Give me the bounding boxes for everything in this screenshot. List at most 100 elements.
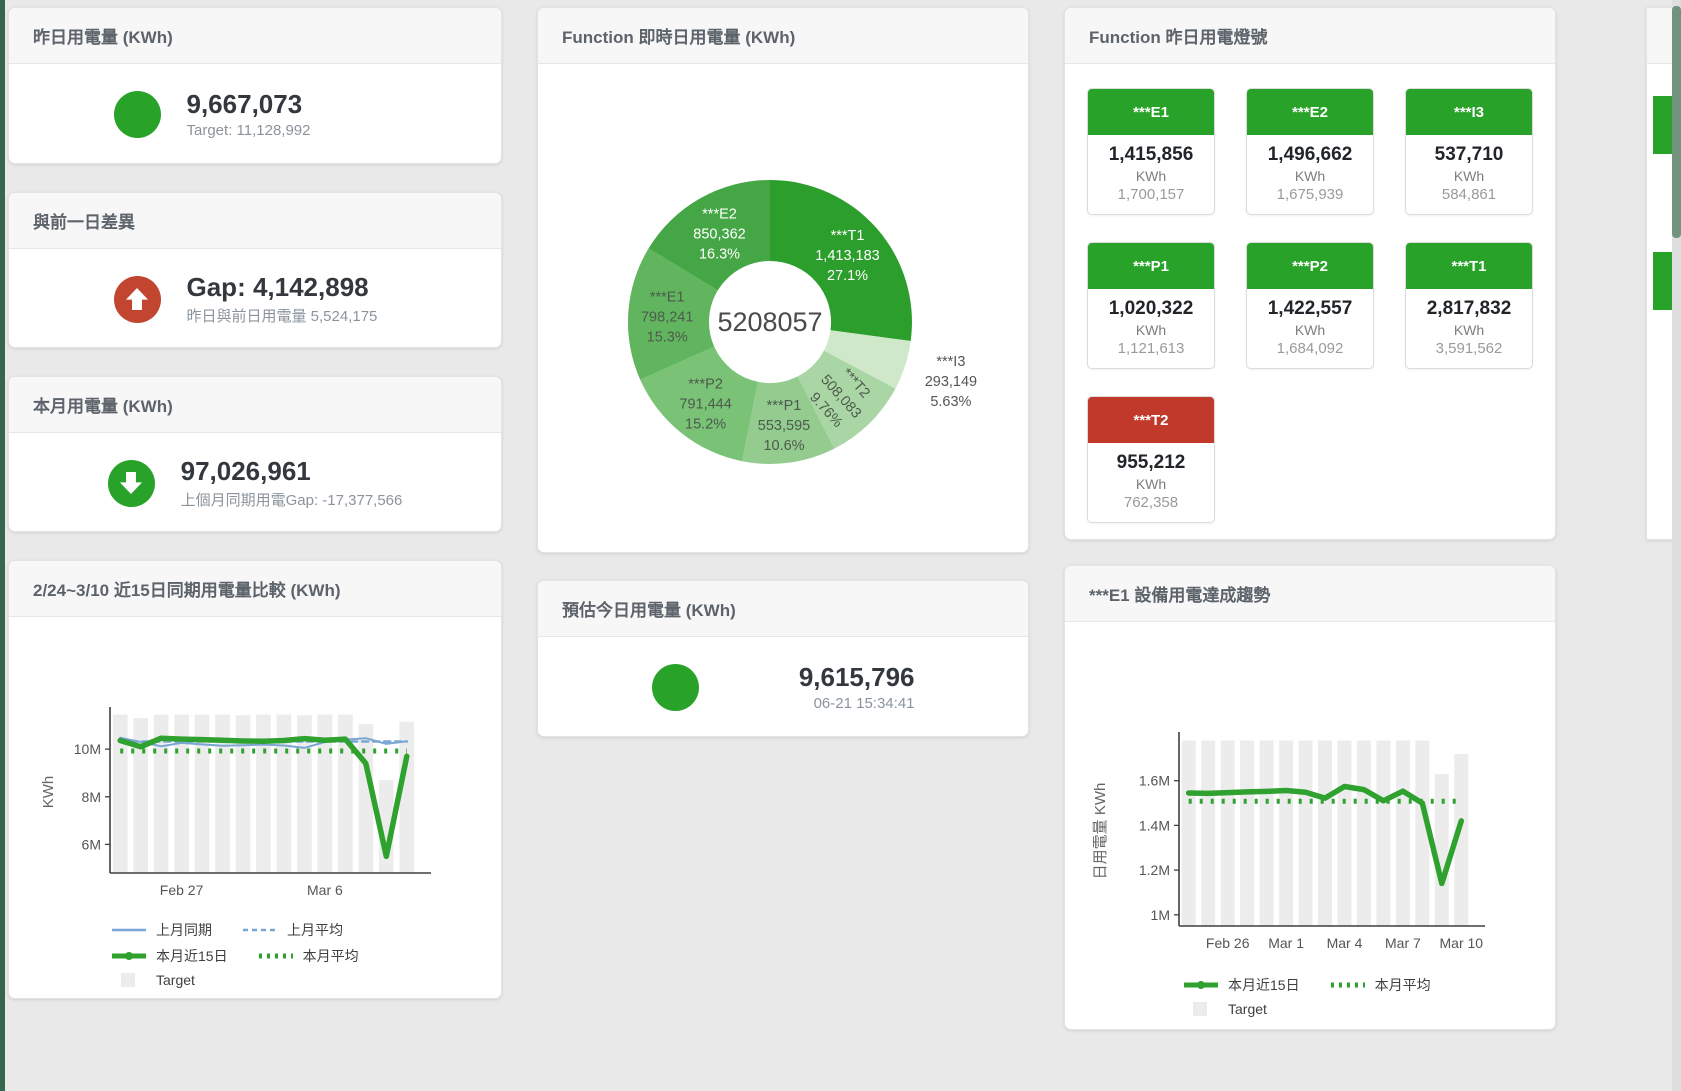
- svg-text:1.6M: 1.6M: [1139, 773, 1170, 789]
- legend-item-上月平均[interactable]: 上月平均: [242, 920, 343, 940]
- light-tile-I3: ***I3 537,710 KWh 584,861: [1405, 88, 1533, 215]
- svg-text:Mar 4: Mar 4: [1327, 935, 1363, 951]
- month-usage-value: 97,026,961: [181, 456, 403, 487]
- svg-text:10M: 10M: [74, 741, 101, 757]
- scrollbar-thumb[interactable]: [1672, 6, 1681, 238]
- card-realtime-donut: Function 即時日用電量 (KWh) ***T11,413,18327.1…: [537, 7, 1029, 553]
- light-tile-T2: ***T2 955,212 KWh 762,358: [1087, 396, 1215, 523]
- column-middle: Function 即時日用電量 (KWh) ***T11,413,18327.1…: [537, 0, 1029, 737]
- light-tile-P1: ***P1 1,020,322 KWh 1,121,613: [1087, 242, 1215, 369]
- legend-item-本月近15日[interactable]: 本月近15日: [1183, 975, 1300, 995]
- tile-unit: KWh: [1251, 168, 1369, 184]
- legend-item-本月平均[interactable]: 本月平均: [1330, 975, 1431, 995]
- tile-name: ***I3: [1406, 89, 1532, 135]
- legend-label: Target: [156, 972, 195, 988]
- tile-value: 537,710: [1410, 144, 1528, 166]
- e1-trend-legend: 本月近15日 本月平均 Target: [1183, 969, 1551, 1017]
- legend-label: 本月平均: [1375, 975, 1431, 995]
- legend-label: 本月平均: [303, 946, 359, 966]
- tile-name: ***E2: [1247, 89, 1373, 135]
- tile-unit: KWh: [1410, 168, 1528, 184]
- tile-target: 1,675,939: [1251, 186, 1369, 203]
- svg-text:1.4M: 1.4M: [1139, 817, 1170, 833]
- card-body: 6M8M10MFeb 27Mar 6KWh 上月同期上月平均本月近15日本月平均…: [9, 617, 501, 999]
- tile-name: ***T1: [1406, 243, 1532, 289]
- tile-target: 3,591,562: [1410, 340, 1528, 357]
- e1-trend-line-chart[interactable]: 1M1.2M1.4M1.6MFeb 26Mar 1Mar 4Mar 7Mar 1…: [1071, 730, 1551, 965]
- tile-value: 2,817,832: [1410, 298, 1528, 320]
- realtime-usage-donut-chart[interactable]: ***T11,413,18327.1%***I3293,1495.63%***T…: [538, 67, 1016, 552]
- svg-text:***I3293,1495.63%: ***I3293,1495.63%: [925, 354, 977, 410]
- svg-text:8M: 8M: [82, 789, 101, 805]
- card-day-gap: 與前一日差異 Gap: 4,142,898 昨日與前日用電量 5,524,175: [8, 192, 502, 348]
- sidebar-edge-strip[interactable]: [0, 0, 5, 1091]
- column-left: 昨日用電量 (KWh) 9,667,073 Target: 11,128,992…: [8, 0, 502, 999]
- compare-line-chart[interactable]: 6M8M10MFeb 27Mar 6KWh: [15, 705, 497, 910]
- tile-target: 1,684,092: [1251, 340, 1369, 357]
- tile-name: ***P1: [1088, 243, 1214, 289]
- tile-value: 955,212: [1092, 452, 1210, 474]
- tile-unit: KWh: [1410, 322, 1528, 338]
- clipped-tile-header: [1653, 252, 1672, 310]
- svg-text:1.2M: 1.2M: [1139, 862, 1170, 878]
- svg-text:6M: 6M: [82, 836, 101, 852]
- tile-value: 1,020,322: [1092, 298, 1210, 320]
- legend-item-Target[interactable]: Target: [111, 972, 195, 988]
- month-usage-gap: 上個月同期用電Gap: -17,377,566: [181, 489, 403, 510]
- column-right: Function 昨日用電燈號 ***E1 1,415,856 KWh 1,70…: [1064, 0, 1556, 1030]
- svg-text:Mar 6: Mar 6: [307, 882, 343, 898]
- card-title: ***E1 設備用電達成趨勢: [1065, 566, 1555, 622]
- card-15day-compare-chart: 2/24~3/10 近15日同期用電量比較 (KWh) 6M 8M 10M Feb 2…: [8, 560, 502, 999]
- card-body: Gap: 4,142,898 昨日與前日用電量 5,524,175: [9, 249, 501, 348]
- status-circle-icon: [652, 664, 699, 711]
- tile-target: 1,700,157: [1092, 186, 1210, 203]
- tile-value: 1,415,856: [1092, 144, 1210, 166]
- card-title: 2/24~3/10 近15日同期用電量比較 (KWh): [9, 561, 501, 617]
- legend-label: 上月同期: [156, 920, 212, 940]
- legend-label: 本月近15日: [156, 946, 228, 966]
- dashboard-page: 昨日用電量 (KWh) 9,667,073 Target: 11,128,992…: [0, 0, 1681, 1091]
- legend-item-本月平均[interactable]: 本月平均: [258, 946, 359, 966]
- svg-text:Mar 7: Mar 7: [1385, 935, 1421, 951]
- lights-tile-grid: ***E1 1,415,856 KWh 1,700,157 ***E2 1,49…: [1087, 88, 1533, 523]
- status-circle-icon: [114, 91, 161, 138]
- vertical-scrollbar[interactable]: [1672, 0, 1681, 1091]
- tile-value: 1,496,662: [1251, 144, 1369, 166]
- svg-text:Feb 26: Feb 26: [1206, 935, 1250, 951]
- light-tile-P2: ***P2 1,422,557 KWh 1,684,092: [1246, 242, 1374, 369]
- svg-text:日用電量 KWh: 日用電量 KWh: [1092, 783, 1109, 880]
- light-tile-E1: ***E1 1,415,856 KWh 1,700,157: [1087, 88, 1215, 215]
- card-month-usage: 本月用電量 (KWh) 97,026,961 上個月同期用電Gap: -17,3…: [8, 376, 502, 532]
- card-body: 9,615,796 06-21 15:34:41: [538, 637, 1028, 737]
- svg-text:5208057: 5208057: [717, 307, 822, 337]
- tile-name: ***P2: [1247, 243, 1373, 289]
- yesterday-usage-target: Target: 11,128,992: [187, 122, 397, 139]
- legend-item-本月近15日[interactable]: 本月近15日: [111, 946, 228, 966]
- legend-item-Target[interactable]: Target: [1183, 1001, 1267, 1017]
- clipped-next-card: [1646, 7, 1672, 540]
- light-tile-T1: ***T1 2,817,832 KWh 3,591,562: [1405, 242, 1533, 369]
- legend-item-上月同期[interactable]: 上月同期: [111, 920, 212, 940]
- card-title: 與前一日差異: [9, 193, 501, 249]
- card-body: ***T11,413,18327.1%***I3293,1495.63%***T…: [538, 64, 1028, 553]
- card-body: 97,026,961 上個月同期用電Gap: -17,377,566: [9, 433, 501, 532]
- card-estimate-today: 預估今日用電量 (KWh) 9,615,796 06-21 15:34:41: [537, 580, 1029, 737]
- day-gap-value: Gap: 4,142,898: [187, 272, 397, 303]
- card-body: 9,667,073 Target: 11,128,992: [9, 64, 501, 164]
- card-body: 1M1.2M1.4M1.6MFeb 26Mar 1Mar 4Mar 7Mar 1…: [1065, 622, 1555, 1030]
- tile-target: 762,358: [1092, 494, 1210, 511]
- tile-unit: KWh: [1092, 322, 1210, 338]
- legend-label: 上月平均: [287, 920, 343, 940]
- arrow-down-icon: [108, 460, 155, 507]
- card-body: ***E1 1,415,856 KWh 1,700,157 ***E2 1,49…: [1065, 64, 1555, 540]
- card-yesterday-lights: Function 昨日用電燈號 ***E1 1,415,856 KWh 1,70…: [1064, 7, 1556, 540]
- card-title: 預估今日用電量 (KWh): [538, 581, 1028, 637]
- tile-unit: KWh: [1092, 168, 1210, 184]
- svg-text:Mar 10: Mar 10: [1440, 935, 1484, 951]
- card-title: Function 昨日用電燈號: [1065, 8, 1555, 64]
- yesterday-usage-value: 9,667,073: [187, 89, 397, 120]
- svg-text:1M: 1M: [1151, 907, 1170, 923]
- svg-text:Feb 27: Feb 27: [160, 882, 204, 898]
- tile-unit: KWh: [1251, 322, 1369, 338]
- tile-target: 584,861: [1410, 186, 1528, 203]
